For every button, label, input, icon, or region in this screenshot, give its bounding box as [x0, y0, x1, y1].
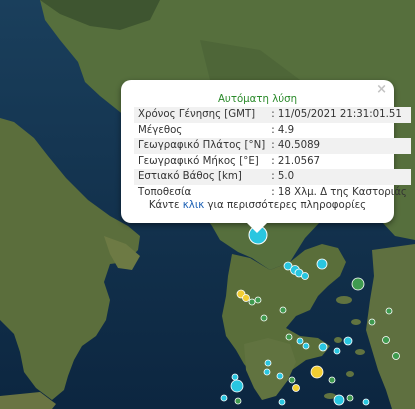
event-marker[interactable] [346, 394, 354, 402]
detail-row: Εστιακό Βάθος [km]: 5.0 [134, 169, 411, 185]
detail-value: : 40.5089 [269, 138, 411, 154]
event-marker[interactable] [351, 277, 365, 291]
event-marker[interactable] [234, 397, 242, 405]
island [336, 296, 352, 304]
event-marker[interactable] [264, 359, 272, 367]
detail-value: : 5.0 [269, 169, 411, 185]
footer-text-pre: Κάντε [148, 200, 183, 211]
popup-title: Αυτόματη λύση [217, 94, 298, 105]
event-marker[interactable] [230, 379, 244, 393]
event-marker[interactable] [328, 376, 336, 384]
event-marker[interactable] [276, 372, 284, 380]
island [355, 349, 365, 355]
footer-text-post: για περισσότερες πληροφορίες [204, 200, 367, 211]
event-marker[interactable] [392, 352, 400, 360]
detail-value: : 4.9 [271, 124, 295, 136]
detail-label: Μέγεθος [138, 124, 183, 136]
event-marker[interactable] [263, 368, 271, 376]
detail-label: Τοποθεσία [138, 186, 192, 198]
popup-footer: Κάντε κλικ για περισσότερες πληροφορίες [121, 200, 394, 211]
event-marker[interactable] [279, 306, 287, 314]
event-marker[interactable] [333, 394, 345, 406]
event-marker[interactable] [318, 342, 328, 352]
event-marker[interactable] [296, 337, 304, 345]
event-marker[interactable] [288, 376, 296, 384]
event-marker[interactable] [254, 296, 262, 304]
event-popup: × Αυτόματη λύση Χρόνος Γένησης [GMT]: 11… [121, 80, 411, 233]
event-marker[interactable] [343, 336, 353, 346]
event-marker[interactable] [301, 272, 309, 280]
event-marker[interactable] [382, 336, 390, 344]
event-marker[interactable] [368, 318, 376, 326]
event-marker[interactable] [302, 342, 310, 350]
detail-value: : 21.0567 [271, 155, 321, 167]
detail-row: Γεωγραφικό Πλάτος [°N]: 40.5089 [134, 138, 411, 154]
event-marker[interactable] [220, 394, 228, 402]
event-marker[interactable] [260, 314, 268, 322]
detail-label: Χρόνος Γένησης [GMT] [134, 107, 270, 123]
event-marker[interactable] [316, 258, 328, 270]
more-info-link[interactable]: κλικ [183, 200, 204, 211]
detail-row: Μέγεθος : 4.9 [134, 123, 411, 139]
event-marker[interactable] [292, 384, 300, 392]
island [346, 371, 354, 377]
event-marker[interactable] [385, 307, 393, 315]
event-details-table: Χρόνος Γένησης [GMT]: 11/05/2021 21:31:0… [134, 107, 411, 200]
event-marker[interactable] [285, 333, 293, 341]
detail-row: Χρόνος Γένησης [GMT]: 11/05/2021 21:31:0… [134, 107, 411, 123]
event-marker[interactable] [231, 373, 239, 381]
detail-value: : 18 Χλμ. Δ της Καστοριάς [271, 186, 407, 198]
event-marker[interactable] [362, 398, 370, 406]
detail-row: Γεωγραφικό Μήκος [°E] : 21.0567 [134, 154, 411, 170]
detail-label: Γεωγραφικό Μήκος [°E] [138, 155, 259, 167]
detail-label: Γεωγραφικό Πλάτος [°N] [134, 138, 270, 154]
detail-value: : 11/05/2021 21:31:01.51 [269, 107, 411, 123]
event-marker[interactable] [248, 298, 256, 306]
event-marker[interactable] [310, 365, 324, 379]
event-marker[interactable] [242, 294, 250, 302]
island [351, 319, 361, 325]
detail-row: Τοποθεσία : 18 Χλμ. Δ της Καστοριάς [134, 185, 411, 201]
detail-label: Εστιακό Βάθος [km] [134, 169, 270, 185]
island [334, 337, 342, 343]
event-marker[interactable] [333, 347, 341, 355]
event-marker[interactable] [278, 398, 286, 406]
